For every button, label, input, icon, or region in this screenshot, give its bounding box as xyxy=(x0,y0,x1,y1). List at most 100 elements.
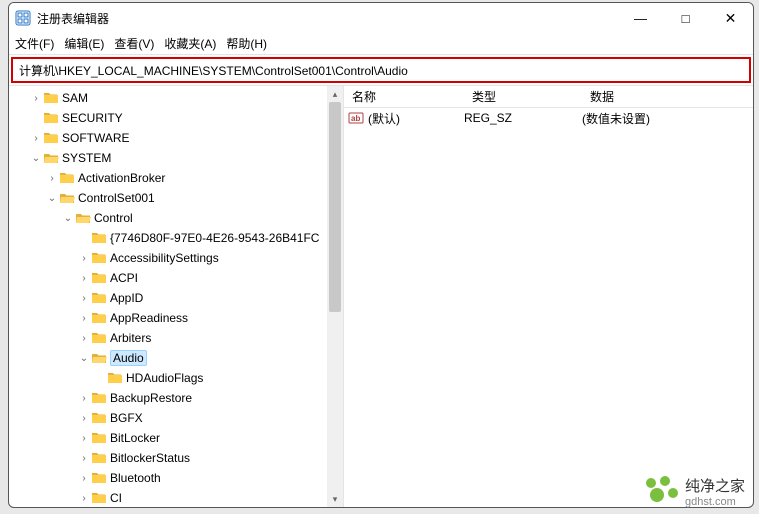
value-name: (默认) xyxy=(368,110,464,127)
tree-item-label: ACPI xyxy=(110,271,138,285)
tree-item-label: Audio xyxy=(110,350,147,366)
folder-icon xyxy=(59,171,75,185)
menu-favorites[interactable]: 收藏夹(A) xyxy=(164,35,216,52)
tree-item-label: SOFTWARE xyxy=(62,131,130,145)
address-input[interactable] xyxy=(17,61,745,79)
tree-item[interactable]: ⌄ControlSet001 xyxy=(9,188,343,208)
col-type[interactable]: 类型 xyxy=(464,88,582,105)
folder-icon xyxy=(91,271,107,285)
tree-item[interactable]: ›AppID xyxy=(9,288,343,308)
folder-open-icon xyxy=(91,351,107,365)
scroll-down-arrow[interactable]: ▾ xyxy=(327,491,343,507)
tree-item-label: BitlockerStatus xyxy=(110,451,190,465)
regedit-window: 注册表编辑器 — □ ✕ 文件(F) 编辑(E) 查看(V) 收藏夹(A) 帮助… xyxy=(8,2,754,508)
tree-item[interactable]: {7746D80F-97E0-4E26-9543-26B41FC xyxy=(9,228,343,248)
menu-view[interactable]: 查看(V) xyxy=(114,35,154,52)
content-area: ›SAMSECURITY › SOFTWARE ⌄SYSTEM › ActivationB… xyxy=(9,85,753,507)
chevron-down-icon[interactable]: ⌄ xyxy=(45,193,59,204)
tree-item-label: BGFX xyxy=(110,411,143,425)
folder-icon xyxy=(91,251,107,265)
scroll-track[interactable] xyxy=(327,102,343,491)
tree-item[interactable]: ⌄Control xyxy=(9,208,343,228)
tree-item[interactable]: HDAudioFlags xyxy=(9,368,343,388)
folder-icon xyxy=(91,311,107,325)
tree-item[interactable]: › CI xyxy=(9,488,343,507)
tree-item-label: BitLocker xyxy=(110,431,160,445)
folder-icon xyxy=(43,91,59,105)
tree-item[interactable]: › BGFX xyxy=(9,408,343,428)
chevron-right-icon[interactable]: › xyxy=(45,173,59,184)
scroll-thumb[interactable] xyxy=(329,102,341,312)
list-rows: ab(默认)REG_SZ(数值未设置) xyxy=(344,108,753,128)
chevron-right-icon[interactable]: › xyxy=(77,293,91,304)
chevron-right-icon[interactable]: › xyxy=(77,333,91,344)
chevron-right-icon[interactable]: › xyxy=(77,493,91,504)
tree-item-label: AppReadiness xyxy=(110,311,188,325)
chevron-right-icon[interactable]: › xyxy=(77,433,91,444)
chevron-down-icon[interactable]: ⌄ xyxy=(29,153,43,164)
tree-item[interactable]: › BitLocker xyxy=(9,428,343,448)
tree-item-label: CI xyxy=(110,491,122,505)
col-data[interactable]: 数据 xyxy=(582,88,753,105)
chevron-right-icon[interactable]: › xyxy=(77,253,91,264)
chevron-right-icon[interactable]: › xyxy=(77,393,91,404)
tree-item-label: ActivationBroker xyxy=(78,171,165,185)
tree-item-label: Arbiters xyxy=(110,331,151,345)
scroll-up-arrow[interactable]: ▴ xyxy=(327,86,343,102)
list-row[interactable]: ab(默认)REG_SZ(数值未设置) xyxy=(344,108,753,128)
tree-item[interactable]: ›SAM xyxy=(9,88,343,108)
chevron-right-icon[interactable]: › xyxy=(77,413,91,424)
folder-icon xyxy=(91,431,107,445)
tree-item-label: AccessibilitySettings xyxy=(110,251,219,265)
chevron-down-icon[interactable]: ⌄ xyxy=(77,353,91,364)
watermark-icon xyxy=(643,475,679,508)
menu-edit[interactable]: 编辑(E) xyxy=(64,35,104,52)
tree-item[interactable]: ›Bluetooth xyxy=(9,468,343,488)
chevron-right-icon[interactable]: › xyxy=(77,453,91,464)
tree-view[interactable]: ›SAMSECURITY › SOFTWARE ⌄SYSTEM › ActivationB… xyxy=(9,86,344,507)
menu-help[interactable]: 帮助(H) xyxy=(226,35,267,52)
col-name[interactable]: 名称 xyxy=(344,88,464,105)
minimize-button[interactable]: — xyxy=(618,3,663,33)
chevron-right-icon[interactable]: › xyxy=(29,133,43,144)
tree-item-label: {7746D80F-97E0-4E26-9543-26B41FC xyxy=(110,231,319,245)
folder-icon xyxy=(107,371,123,385)
tree-item[interactable]: › SOFTWARE xyxy=(9,128,343,148)
address-highlight xyxy=(11,57,751,83)
tree-item[interactable]: › BitlockerStatus xyxy=(9,448,343,468)
chevron-right-icon[interactable]: › xyxy=(77,313,91,324)
titlebar[interactable]: 注册表编辑器 — □ ✕ xyxy=(9,3,753,33)
chevron-right-icon[interactable]: › xyxy=(77,473,91,484)
chevron-right-icon[interactable]: › xyxy=(77,273,91,284)
tree-item[interactable]: ⌄SYSTEM xyxy=(9,148,343,168)
folder-icon xyxy=(91,391,107,405)
tree-item[interactable]: › AccessibilitySettings xyxy=(9,248,343,268)
folder-icon xyxy=(91,411,107,425)
menubar: 文件(F) 编辑(E) 查看(V) 收藏夹(A) 帮助(H) xyxy=(9,33,753,55)
menu-file[interactable]: 文件(F) xyxy=(15,35,54,52)
chevron-right-icon[interactable]: › xyxy=(29,93,43,104)
folder-open-icon xyxy=(43,151,59,165)
column-headers: 名称 类型 数据 xyxy=(344,86,753,108)
window-title: 注册表编辑器 xyxy=(37,10,618,27)
tree-scrollbar[interactable]: ▴ ▾ xyxy=(327,86,343,507)
folder-icon xyxy=(91,471,107,485)
chevron-down-icon[interactable]: ⌄ xyxy=(61,213,75,224)
folder-icon xyxy=(91,491,107,505)
folder-icon xyxy=(91,291,107,305)
tree-item[interactable]: ⌄ Audio xyxy=(9,348,343,368)
string-value-icon: ab xyxy=(348,110,364,126)
tree-item-label: BackupRestore xyxy=(110,391,192,405)
folder-open-icon xyxy=(59,191,75,205)
maximize-button[interactable]: □ xyxy=(663,3,708,33)
tree-item[interactable]: › ACPI xyxy=(9,268,343,288)
close-button[interactable]: ✕ xyxy=(708,3,753,33)
tree-item[interactable]: › AppReadiness xyxy=(9,308,343,328)
value-type: REG_SZ xyxy=(464,111,582,125)
tree-item[interactable]: SECURITY xyxy=(9,108,343,128)
tree-item[interactable]: › ActivationBroker xyxy=(9,168,343,188)
value-data: (数值未设置) xyxy=(582,110,753,127)
tree-item[interactable]: › BackupRestore xyxy=(9,388,343,408)
folder-icon xyxy=(43,131,59,145)
tree-item[interactable]: › Arbiters xyxy=(9,328,343,348)
